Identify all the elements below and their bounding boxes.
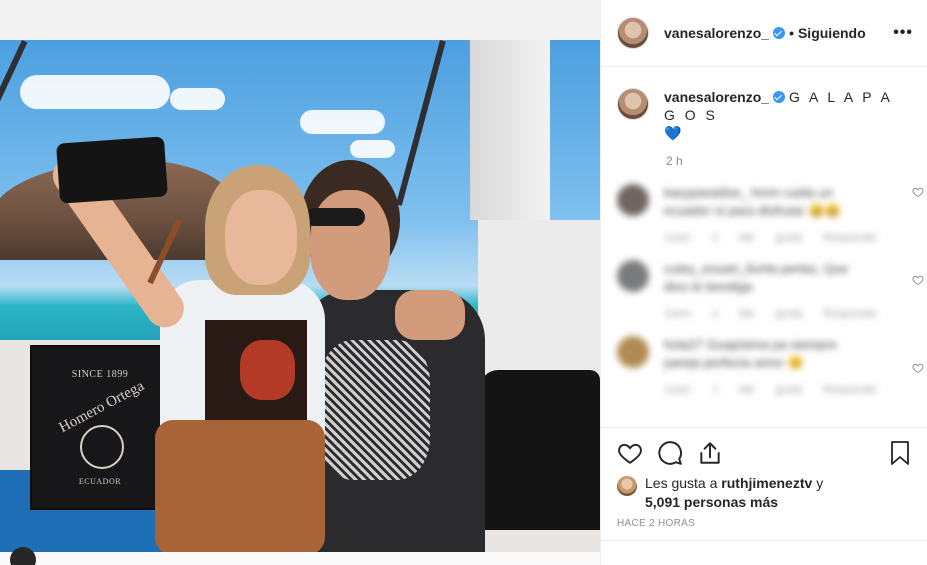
comment-meta[interactable]: 1sem 2 Me gusta Responder: [664, 232, 879, 244]
post-header: vanesalorenzo_ • Siguiendo •••: [601, 0, 927, 67]
post-photo[interactable]: SINCE 1899 Homero Ortega ECUADOR: [0, 40, 600, 552]
woman-face: [225, 190, 297, 285]
comments-list[interactable]: vanesalorenzo_ G A L A P A G O S 💙 2 h k…: [601, 68, 927, 426]
sunglasses: [305, 208, 365, 226]
heart-small-icon[interactable]: [912, 274, 924, 289]
cloud: [300, 110, 385, 134]
comment-text-line: ecuador ni para disfrutar 😄😄: [664, 203, 841, 218]
heart-small-icon[interactable]: [912, 362, 924, 377]
list-item: hola27 Guapisima pa siempre pareja perfe…: [617, 336, 912, 396]
commenter-avatar[interactable]: [617, 184, 649, 216]
comment-text-line: hola27 Guapisima pa siempre: [664, 337, 837, 352]
comment-meta[interactable]: 1sem 4 Me gusta Responder: [664, 308, 879, 320]
comment-text-line: dios te bendiga: [664, 279, 753, 294]
add-comment-area[interactable]: [601, 540, 927, 565]
bookmark-icon[interactable]: [888, 440, 912, 466]
commenter-avatar[interactable]: [617, 336, 649, 368]
caption-username[interactable]: vanesalorenzo_: [664, 89, 769, 105]
smartphone: [56, 136, 168, 204]
handbag: [155, 420, 325, 552]
cloud: [350, 140, 395, 158]
post-sidebar: vanesalorenzo_ • Siguiendo ••• vanesalor…: [600, 0, 927, 565]
box-origin-text: ECUADOR: [78, 477, 122, 486]
post-actions: Les gusta a ruthjimeneztv y 5,091 person…: [601, 427, 927, 529]
box-seal: [80, 425, 124, 469]
comment-bubble-icon[interactable]: [657, 440, 683, 466]
man-shirt-print: [320, 340, 430, 480]
more-options-icon[interactable]: •••: [893, 24, 913, 42]
boat-pole: [396, 40, 446, 206]
man-arm: [395, 290, 465, 340]
likes-joiner: y: [816, 475, 824, 491]
boat-pole: [0, 40, 28, 116]
boat-canopy: [470, 40, 550, 220]
verified-badge-icon: [773, 91, 786, 103]
caption-avatar[interactable]: [617, 88, 649, 120]
post-photo-panel: SINCE 1899 Homero Ortega ECUADOR: [0, 0, 600, 565]
liker-avatar[interactable]: [617, 476, 637, 496]
blue-heart-emoji: 💙: [664, 125, 682, 141]
woman-shirt-print-red: [240, 340, 295, 400]
caption-timestamp[interactable]: 2 h: [666, 154, 912, 168]
post-time-ago[interactable]: HACE 2 HORAS: [617, 518, 912, 529]
following-button[interactable]: Siguiendo: [798, 25, 866, 41]
commenter-avatar[interactable]: [617, 260, 649, 292]
likes-prefix: Les gusta a: [645, 475, 718, 491]
gift-box: SINCE 1899 Homero Ortega ECUADOR: [30, 345, 170, 510]
author-avatar[interactable]: [617, 17, 649, 49]
header-separator: •: [789, 25, 794, 41]
caption-text: vanesalorenzo_ G A L A P A G O S 💙: [664, 88, 912, 142]
share-upload-icon[interactable]: [697, 440, 723, 466]
heart-small-icon[interactable]: [912, 186, 924, 201]
cloud: [20, 75, 170, 109]
black-bag: [480, 370, 600, 530]
likes-count[interactable]: 5,091 personas más: [645, 494, 778, 510]
top-strip: [0, 0, 600, 40]
comment-meta[interactable]: 1sem 1 Me gusta Responder: [664, 384, 879, 396]
list-item: cutey_esuart_tlurita perlas, Que dios te…: [617, 260, 912, 320]
man-face: [310, 190, 390, 300]
verified-badge-icon: [773, 27, 786, 39]
comment-text-line: cutey_esuart_tlurita perlas, Que: [664, 261, 849, 276]
comment-text-line: kasyparadise_ hmm cuida un: [664, 185, 834, 200]
likes-summary: Les gusta a ruthjimeneztv y 5,091 person…: [617, 474, 912, 512]
liker-username[interactable]: ruthjimeneztv: [721, 475, 812, 491]
comment-text-line: pareja perfecta amor 😊: [664, 355, 804, 370]
likes-text: Les gusta a ruthjimeneztv y 5,091 person…: [645, 474, 823, 512]
heart-outline-icon[interactable]: [617, 440, 643, 466]
action-icons: [617, 436, 912, 470]
list-item: kasyparadise_ hmm cuida un ecuador ni pa…: [617, 184, 912, 244]
author-username[interactable]: vanesalorenzo_: [664, 25, 769, 41]
cloud: [170, 88, 225, 110]
post-caption: vanesalorenzo_ G A L A P A G O S 💙: [617, 88, 912, 142]
